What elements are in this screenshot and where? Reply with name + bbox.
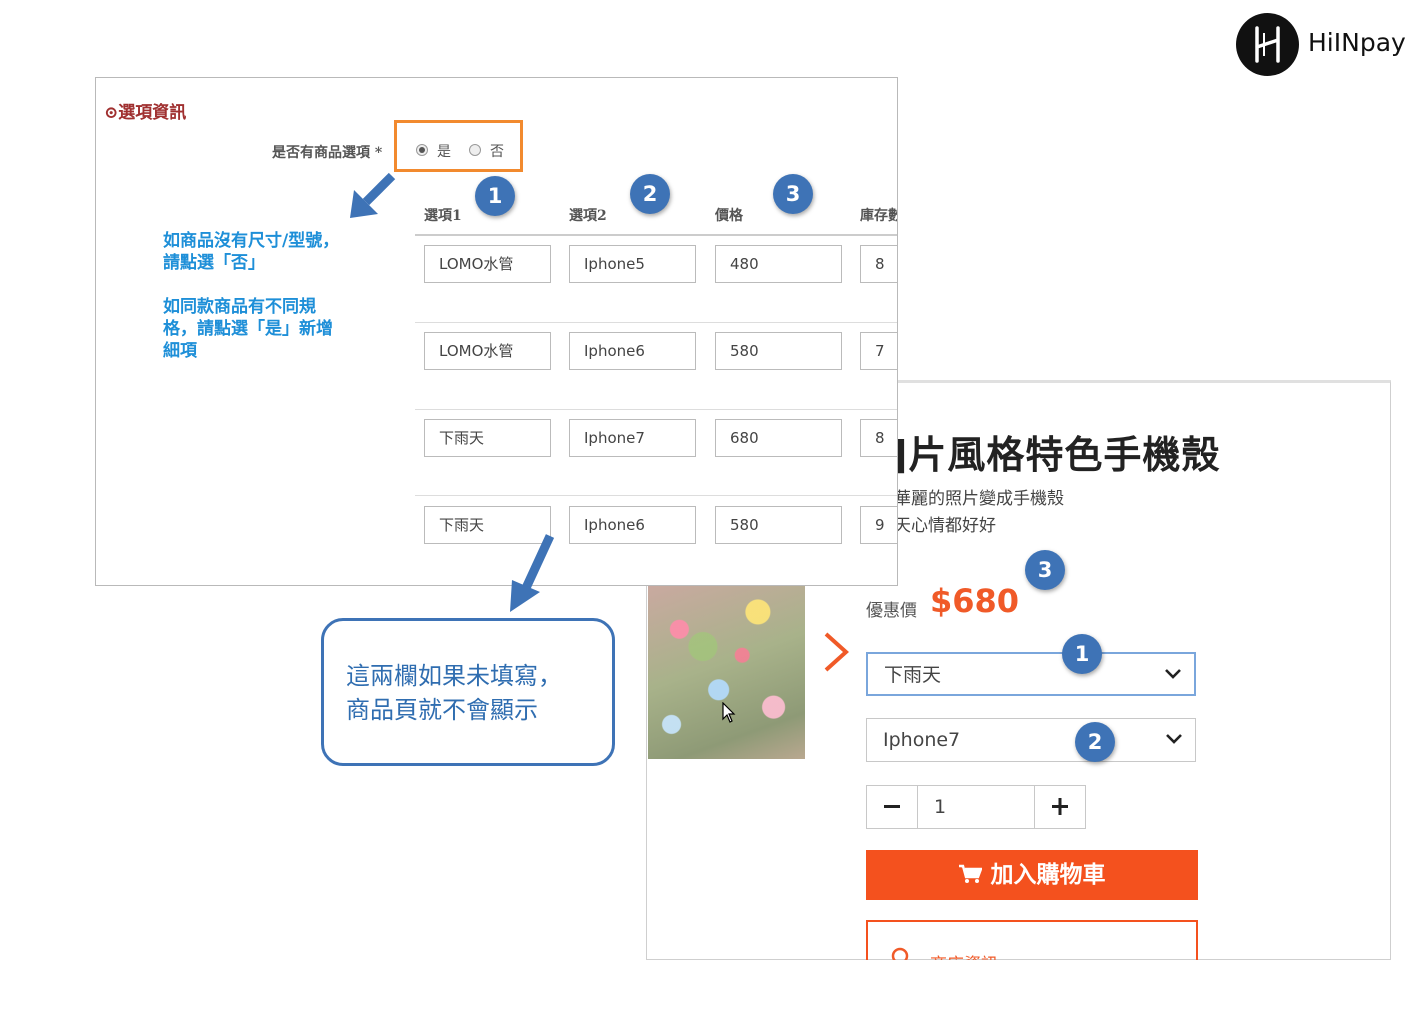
row4-option2-input[interactable]: Iphone6 — [569, 506, 696, 544]
row4-price-input[interactable]: 580 — [715, 506, 842, 544]
add-to-cart-label: 加入購物車 — [990, 862, 1106, 888]
brand-name: HiINpay — [1308, 28, 1406, 57]
product-description: 華麗的照片變成手機殼 天心情都好好 — [894, 486, 1064, 540]
option2-select[interactable]: Iphone7 — [866, 718, 1196, 762]
row4-stock-input[interactable]: 9 — [860, 506, 897, 544]
arrow-down-icon — [500, 532, 560, 618]
product-title: ]片風格特色手機殼 — [890, 433, 1221, 477]
product-image[interactable] — [648, 586, 805, 759]
column-header-stock: 庫存數 — [860, 208, 897, 224]
hint-variants: 如同款商品有不同規 格，請點選「是」新增 細項 — [163, 296, 333, 362]
row1-price-input[interactable]: 480 — [715, 245, 842, 283]
row3-option1-input[interactable]: 下雨天 — [424, 419, 551, 457]
callout-note: 這兩欄如果未填寫， 商品頁就不會顯示 — [321, 618, 615, 766]
cart-icon — [958, 862, 990, 888]
radio-no[interactable] — [469, 144, 481, 156]
badge-2-admin: 2 — [630, 174, 670, 214]
hint-line-2: 請點選「否」 — [163, 253, 265, 273]
option1-select-value: 下雨天 — [884, 664, 942, 686]
hint-line-1: 如商品沒有尺寸/型號， — [163, 231, 340, 251]
quantity-input[interactable]: 1 — [918, 785, 1035, 829]
hint-line-3: 如同款商品有不同規 — [163, 297, 316, 317]
radio-yes-label[interactable]: 是 — [437, 141, 451, 161]
callout-line-1: 這兩欄如果未填寫， — [346, 662, 562, 690]
hint-no-size: 如商品沒有尺寸/型號， 請點選「否」 — [163, 230, 339, 274]
logo-icon — [1236, 13, 1299, 76]
quantity-decrease-button[interactable] — [866, 785, 918, 829]
radio-no-label[interactable]: 否 — [490, 141, 504, 161]
hint-line-4: 格，請點選「是」新增 — [163, 319, 333, 339]
price-label: 優惠價 — [866, 601, 917, 621]
row3-price-input[interactable]: 680 — [715, 419, 842, 457]
badge-1-admin: 1 — [475, 176, 515, 216]
product-description-line-1: 華麗的照片變成手機殼 — [894, 489, 1064, 509]
add-to-cart-button[interactable]: 加入購物車 — [866, 850, 1198, 900]
row-divider — [415, 409, 897, 410]
row3-option2-input[interactable]: Iphone7 — [569, 419, 696, 457]
row1-option1-input[interactable]: LOMO水管 — [424, 245, 551, 283]
column-header-option1: 選項1 — [424, 208, 462, 224]
chevron-down-icon — [1165, 719, 1183, 773]
hint-line-5: 細項 — [163, 341, 197, 361]
row3-stock-input[interactable]: 8 — [860, 419, 897, 457]
callout-line-2: 商品頁就不會顯示 — [346, 696, 538, 724]
badge-1-product: 1 — [1062, 634, 1102, 674]
chevron-right-icon[interactable] — [820, 630, 850, 684]
badge-3-admin: 3 — [773, 174, 813, 214]
price-value: $680 — [930, 582, 1020, 620]
table-header-divider — [415, 234, 897, 236]
badge-2-product: 2 — [1075, 722, 1115, 762]
row1-option2-input[interactable]: Iphone5 — [569, 245, 696, 283]
badge-3-product: 3 — [1025, 550, 1065, 590]
quantity-increase-button[interactable] — [1034, 785, 1086, 829]
row2-option2-input[interactable]: Iphone6 — [569, 332, 696, 370]
page-background — [646, 960, 1406, 1023]
chevron-down-icon — [1164, 654, 1182, 708]
option-question-label: 是否有商品選項 * — [272, 145, 383, 161]
row2-option1-input[interactable]: LOMO水管 — [424, 332, 551, 370]
column-header-option2: 選項2 — [569, 208, 607, 224]
cursor-icon — [722, 701, 736, 728]
section-title: ⊙選項資訊 — [104, 103, 187, 123]
option1-select[interactable]: 下雨天 — [866, 652, 1196, 696]
row2-price-input[interactable]: 580 — [715, 332, 842, 370]
row-divider — [415, 495, 897, 496]
row1-stock-input[interactable]: 8 — [860, 245, 897, 283]
radio-yes[interactable] — [416, 144, 428, 156]
callout-text: 這兩欄如果未填寫， 商品頁就不會顯示 — [346, 659, 562, 727]
row-divider — [415, 322, 897, 323]
product-description-line-2: 天心情都好好 — [894, 516, 996, 536]
option2-select-value: Iphone7 — [883, 729, 961, 751]
arrow-down-left-icon — [346, 172, 398, 226]
row2-stock-input[interactable]: 7 — [860, 332, 897, 370]
column-header-price: 價格 — [715, 208, 743, 224]
